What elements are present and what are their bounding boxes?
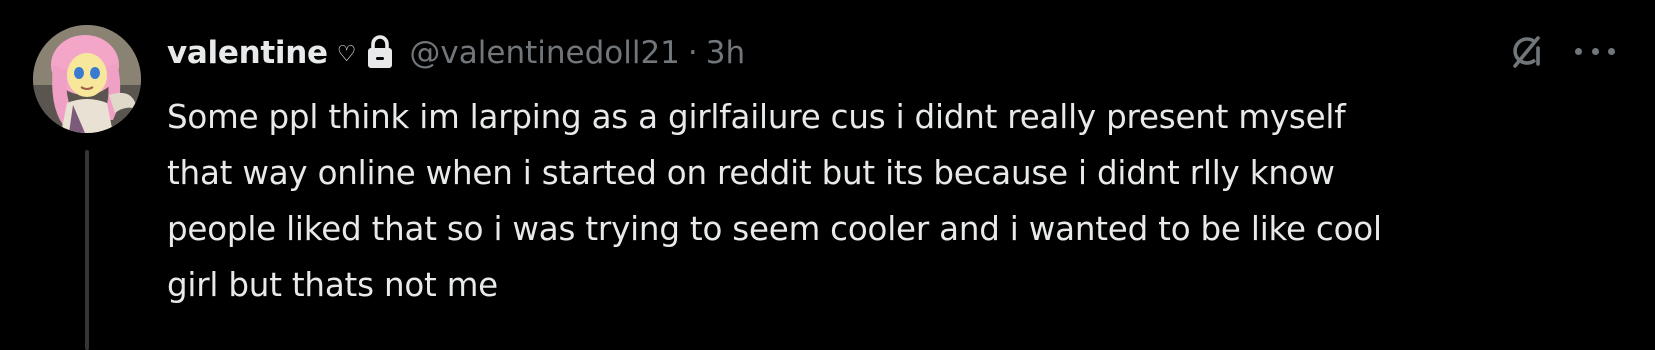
thread-line	[85, 150, 89, 350]
avatar-image	[33, 25, 141, 133]
separator-dot: ·	[687, 35, 698, 71]
more-icon[interactable]	[1575, 45, 1615, 57]
post-actions	[1505, 30, 1615, 72]
post-text-line: girl but thats not me	[167, 266, 498, 304]
display-name[interactable]: valentine	[167, 35, 328, 71]
lock-icon	[368, 35, 393, 68]
post-text-line: people liked that so i was trying to see…	[167, 210, 1382, 248]
post-timestamp[interactable]: 3h	[706, 35, 745, 71]
post-text-line: Some ppl think im larping as a girlfailu…	[167, 98, 1346, 136]
post-text-line: that way online when i started on reddit…	[167, 154, 1335, 192]
heart-emoji: ♡	[336, 41, 357, 67]
grok-icon[interactable]	[1505, 30, 1547, 72]
post-header: valentine ♡ @valentinedoll21 · 3h	[167, 28, 745, 78]
post-text: Some ppl think im larping as a girlfailu…	[167, 89, 1607, 313]
tweet[interactable]: valentine ♡ @valentinedoll21 · 3h Some p…	[0, 0, 1655, 350]
author-handle[interactable]: @valentinedoll21	[409, 35, 679, 71]
avatar[interactable]	[33, 25, 141, 133]
